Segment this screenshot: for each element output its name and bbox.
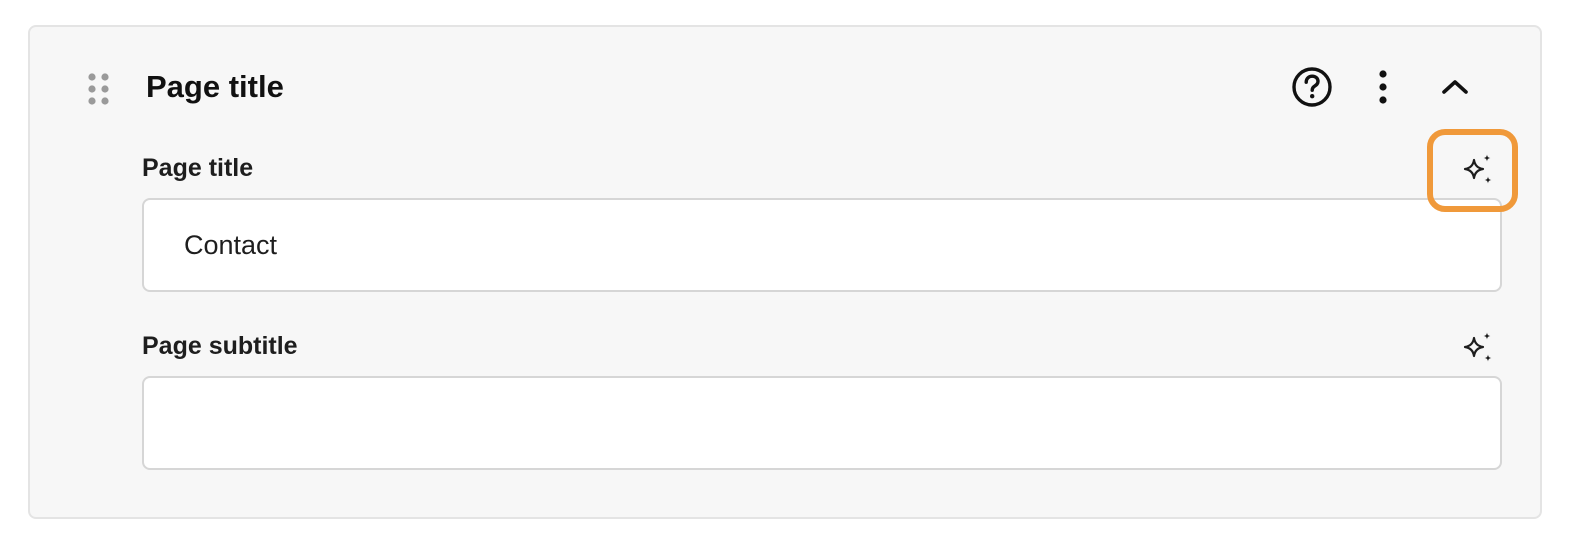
ai-generate-title-button[interactable]: [1456, 148, 1500, 192]
page-title-block: Page title Page title Page subtitle: [28, 25, 1542, 519]
page-subtitle-label: Page subtitle: [142, 332, 298, 360]
sparkles-icon: [1463, 154, 1492, 184]
section-title: Page title: [146, 69, 284, 104]
help-icon[interactable]: [1288, 63, 1336, 111]
more-vertical-icon[interactable]: [1359, 63, 1407, 111]
page-subtitle-input[interactable]: [142, 376, 1502, 470]
sparkles-icon: [1463, 332, 1492, 362]
drag-handle-icon[interactable]: [88, 73, 110, 105]
page-title-input[interactable]: [142, 198, 1502, 292]
ai-generate-subtitle-button[interactable]: [1456, 326, 1500, 370]
page-title-label: Page title: [142, 154, 254, 182]
chevron-up-icon[interactable]: [1431, 63, 1479, 111]
